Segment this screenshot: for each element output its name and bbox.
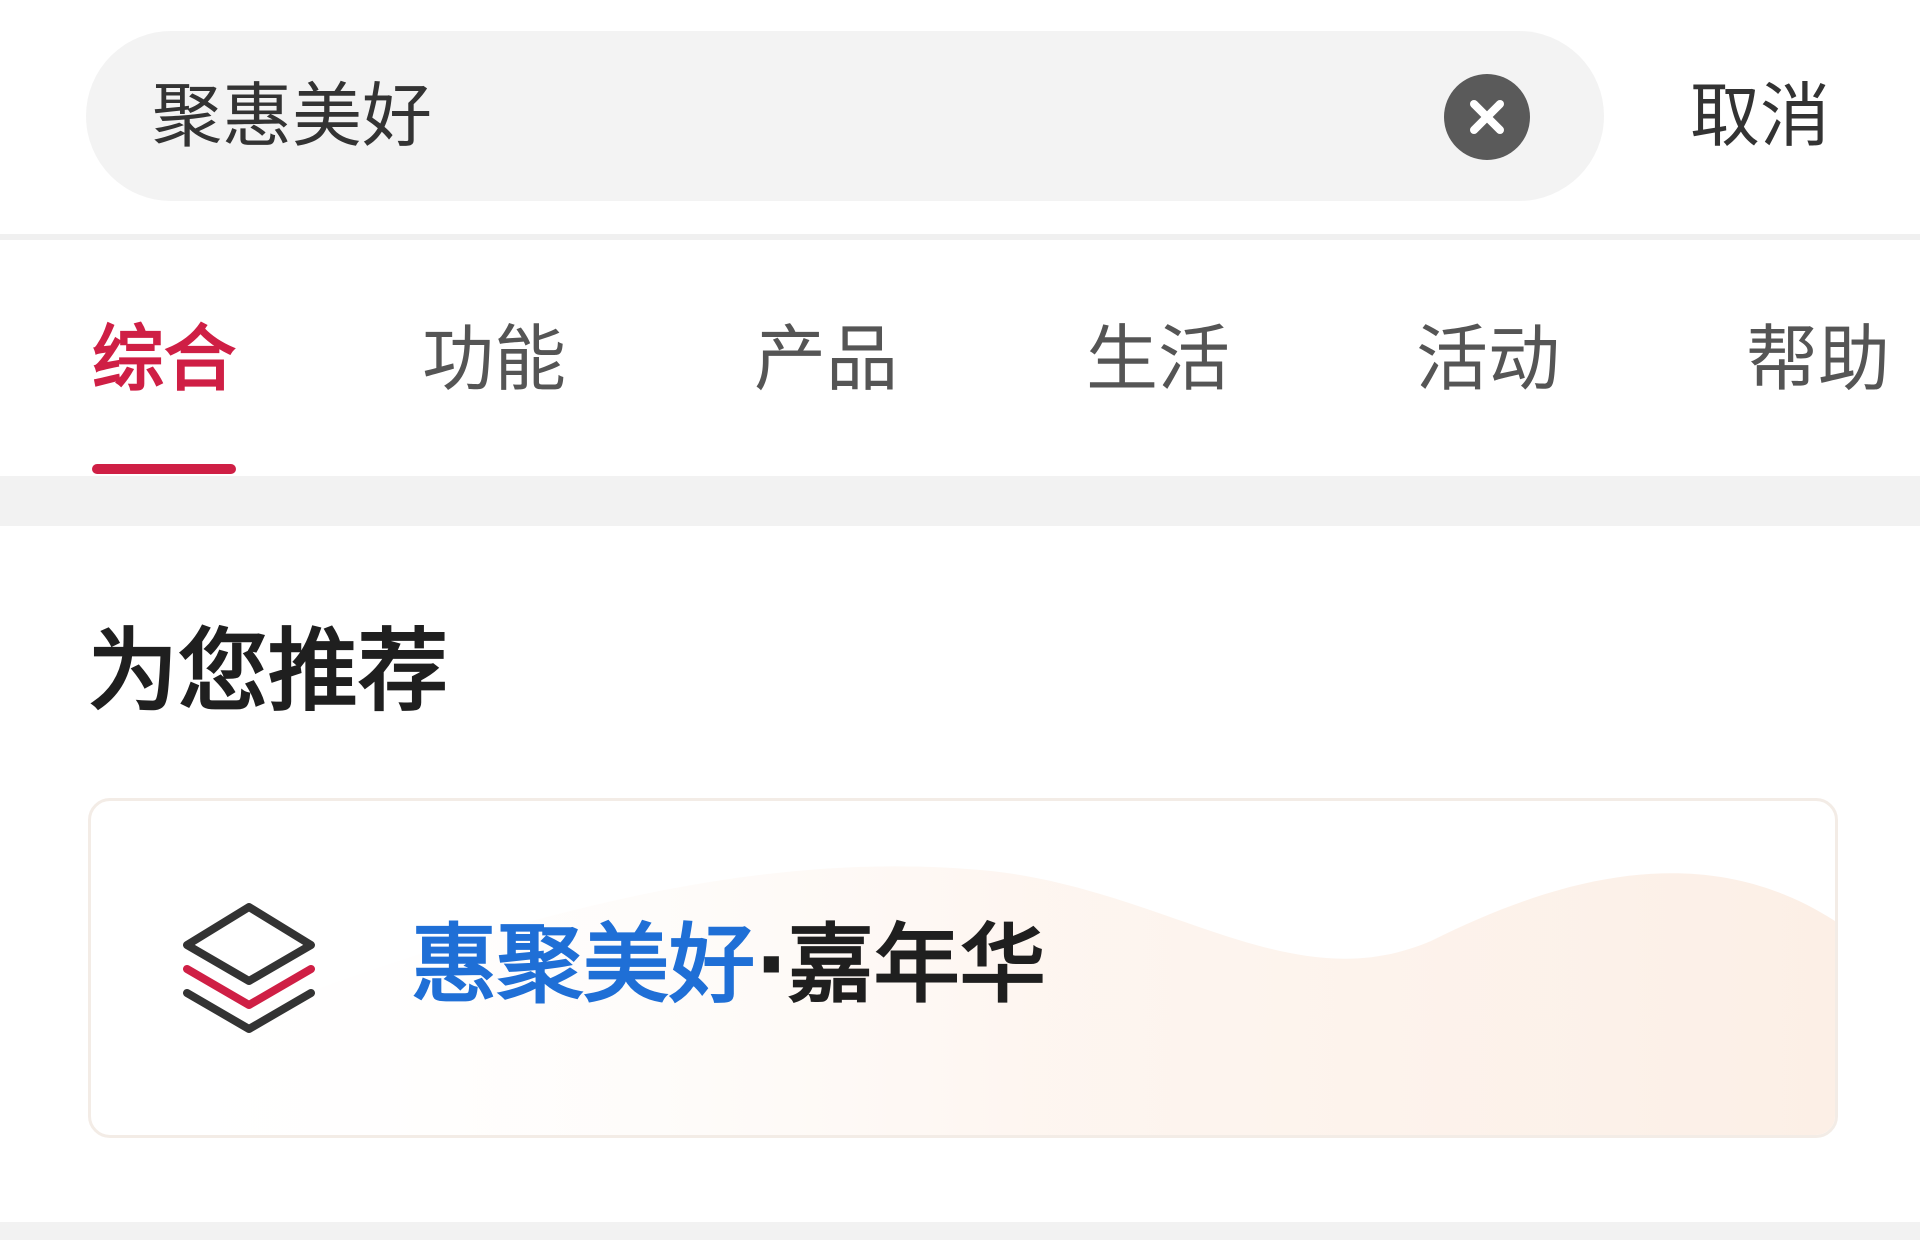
- search-header: 聚惠美好 取消: [0, 0, 1920, 234]
- bottom-divider: [0, 1222, 1920, 1240]
- active-tab-indicator: [92, 464, 236, 474]
- card-title: 惠聚美好·嘉年华: [411, 915, 1046, 1015]
- tab-events[interactable]: 活动: [1412, 240, 1564, 476]
- search-query-text[interactable]: 聚惠美好: [152, 31, 432, 201]
- clear-icon-glyph: [1470, 100, 1504, 134]
- recommend-card[interactable]: 惠聚美好·嘉年华: [88, 798, 1838, 1138]
- tab-label: 功能: [421, 317, 566, 401]
- card-title-separator: ·: [755, 915, 788, 1015]
- card-title-highlight: 惠聚美好: [411, 915, 755, 1015]
- recommend-title: 为您推荐: [88, 619, 448, 724]
- tab-products[interactable]: 产品: [750, 240, 902, 476]
- search-input[interactable]: 聚惠美好: [86, 31, 1604, 201]
- tab-label: 生活: [1085, 317, 1230, 401]
- layers-icon: [183, 903, 315, 1033]
- cancel-button[interactable]: 取消: [1660, 31, 1860, 201]
- tab-life[interactable]: 生活: [1082, 240, 1234, 476]
- tab-label: 综合: [91, 317, 236, 401]
- search-results-page: 聚惠美好 取消 综合 功能 产品 生活 活动 帮助 为您推荐 惠聚美好·嘉年华: [0, 0, 1920, 1240]
- tab-help[interactable]: 帮助: [1742, 240, 1894, 476]
- card-title-rest: 嘉年华: [787, 915, 1046, 1015]
- tab-label: 帮助: [1745, 317, 1890, 401]
- tab-comprehensive[interactable]: 综合: [88, 240, 240, 476]
- tab-label: 活动: [1415, 317, 1560, 401]
- tab-functions[interactable]: 功能: [418, 240, 570, 476]
- section-divider: [0, 476, 1920, 526]
- tab-bar: 综合 功能 产品 生活 活动 帮助: [0, 240, 1920, 476]
- tab-label: 产品: [753, 317, 898, 401]
- clear-icon[interactable]: [1444, 74, 1530, 160]
